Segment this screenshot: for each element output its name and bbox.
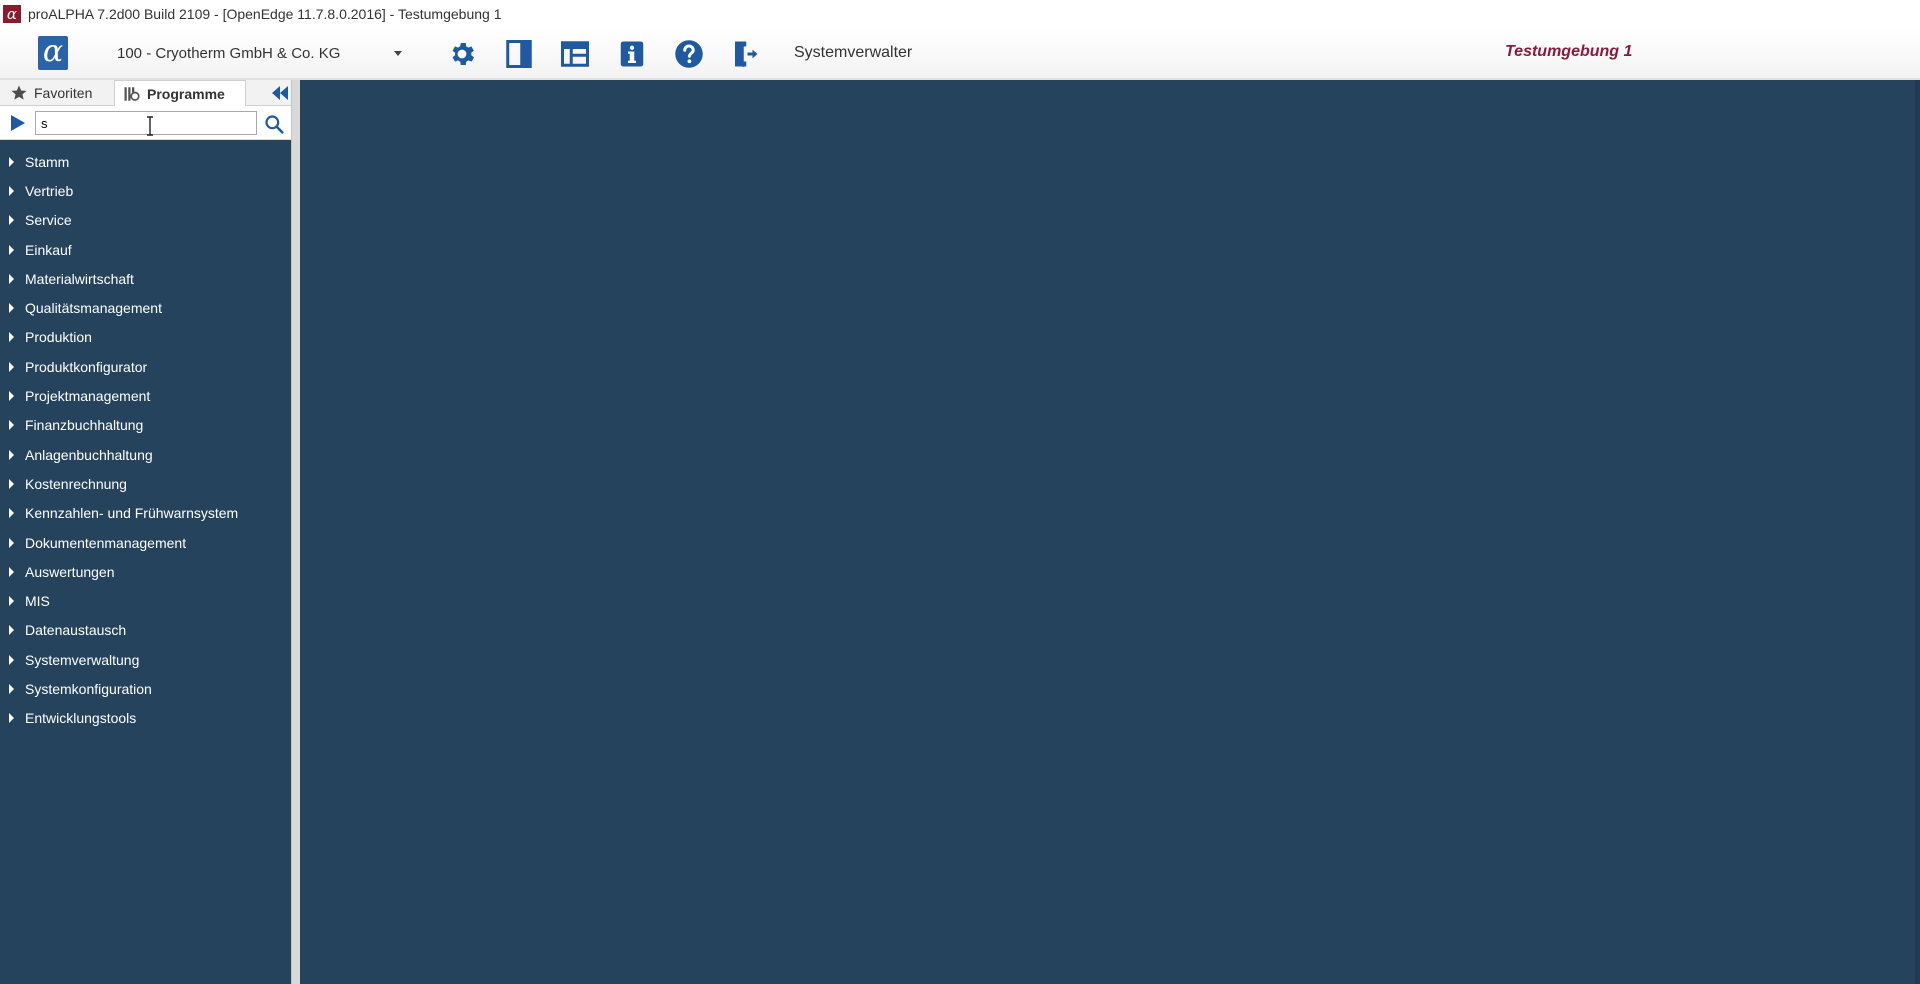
settings-button[interactable]	[444, 37, 480, 71]
main-toolbar: α 100 - Cryotherm GmbH & Co. KG Systemve…	[0, 28, 1920, 80]
star-icon	[10, 84, 28, 102]
current-user: Systemverwalter	[794, 44, 913, 61]
tree-item-service[interactable]: Service	[0, 206, 291, 235]
program-tree: Stamm Vertrieb Service Einkauf Materialw…	[0, 147, 291, 733]
tree-item-qualitaetsmanagement[interactable]: Qualitätsmanagement	[0, 293, 291, 322]
tree-item-projektmanagement[interactable]: Projektmanagement	[0, 381, 291, 410]
title-bar: α proALPHA 7.2d00 Build 2109 - [OpenEdge…	[0, 0, 1920, 28]
tree-item-auswertungen[interactable]: Auswertungen	[0, 557, 291, 586]
tab-favoriten-label: Favoriten	[34, 85, 93, 101]
tree-item-einkauf[interactable]: Einkauf	[0, 235, 291, 264]
company-select-value: 100 - Cryotherm GmbH & Co. KG	[117, 44, 341, 62]
tree-item-datenaustausch[interactable]: Datenaustausch	[0, 616, 291, 645]
help-button[interactable]	[671, 37, 707, 71]
tree-item-stamm[interactable]: Stamm	[0, 147, 291, 176]
logout-button[interactable]	[727, 37, 763, 71]
company-select[interactable]: 100 - Cryotherm GmbH & Co. KG	[110, 38, 408, 68]
layout-button[interactable]	[557, 37, 593, 71]
workspace-area	[300, 80, 1920, 984]
tree-item-systemverwaltung[interactable]: Systemverwaltung	[0, 645, 291, 674]
app-logo-icon: α	[3, 5, 21, 23]
environment-label: Testumgebung 1	[1505, 43, 1633, 60]
expand-arrow-icon[interactable]	[9, 625, 14, 636]
search-icon	[265, 115, 284, 134]
double-chevron-left-icon	[272, 86, 288, 100]
expand-arrow-icon[interactable]	[9, 391, 14, 402]
expand-arrow-icon[interactable]	[9, 156, 14, 167]
logout-icon	[735, 41, 758, 68]
expand-arrow-icon[interactable]	[9, 654, 14, 665]
tab-programme[interactable]: Programme	[114, 80, 246, 107]
panel-icon	[506, 40, 532, 68]
expand-arrow-icon[interactable]	[9, 215, 14, 226]
expand-arrow-icon[interactable]	[9, 332, 14, 343]
expand-arrow-icon[interactable]	[9, 361, 14, 372]
tree-item-systemkonfiguration[interactable]: Systemkonfiguration	[0, 674, 291, 703]
gear-icon	[452, 43, 474, 65]
info-icon	[620, 41, 644, 67]
programs-icon	[123, 85, 141, 103]
collapse-panel-button[interactable]	[270, 83, 290, 103]
expand-arrow-icon[interactable]	[9, 508, 14, 519]
program-search-input[interactable]	[35, 111, 257, 135]
expand-arrow-icon[interactable]	[9, 566, 14, 577]
expand-arrow-icon[interactable]	[9, 303, 14, 314]
tree-item-materialwirtschaft[interactable]: Materialwirtschaft	[0, 264, 291, 293]
panel-splitter[interactable]	[291, 80, 300, 984]
chevron-down-icon	[394, 50, 402, 56]
expand-arrow-icon[interactable]	[9, 596, 14, 607]
expand-arrow-icon[interactable]	[9, 683, 14, 694]
info-button[interactable]	[614, 37, 650, 71]
expand-arrow-icon[interactable]	[9, 244, 14, 255]
tree-item-mis[interactable]: MIS	[0, 586, 291, 615]
run-button[interactable]	[9, 114, 27, 132]
tree-item-produktkonfigurator[interactable]: Produktkonfigurator	[0, 352, 291, 381]
layout-icon	[561, 41, 589, 67]
tab-favoriten[interactable]: Favoriten	[6, 80, 110, 106]
expand-arrow-icon[interactable]	[9, 185, 14, 196]
expand-arrow-icon[interactable]	[9, 713, 14, 724]
tree-item-finanzbuchhaltung[interactable]: Finanzbuchhaltung	[0, 411, 291, 440]
window-title: proALPHA 7.2d00 Build 2109 - [OpenEdge 1…	[28, 6, 502, 22]
tree-item-kostenrechnung[interactable]: Kostenrechnung	[0, 469, 291, 498]
tree-item-kennzahlen[interactable]: Kennzahlen- und Frühwarnsystem	[0, 499, 291, 528]
tree-item-entwicklungstools[interactable]: Entwicklungstools	[0, 704, 291, 733]
expand-arrow-icon[interactable]	[9, 537, 14, 548]
play-icon	[11, 115, 25, 131]
search-button[interactable]	[263, 113, 285, 135]
expand-arrow-icon[interactable]	[9, 449, 14, 460]
tree-item-vertrieb[interactable]: Vertrieb	[0, 176, 291, 205]
expand-arrow-icon[interactable]	[9, 478, 14, 489]
help-icon	[675, 40, 703, 68]
workspace-edge	[1915, 80, 1920, 984]
tree-item-anlagenbuchhaltung[interactable]: Anlagenbuchhaltung	[0, 440, 291, 469]
panel-toggle-button[interactable]	[501, 37, 537, 71]
expand-arrow-icon[interactable]	[9, 273, 14, 284]
nav-tabs: Favoriten Programme	[0, 80, 291, 107]
navigation-panel: Favoriten Programme Stamm Vertrieb Servi…	[0, 80, 291, 984]
search-row	[0, 106, 291, 140]
expand-arrow-icon[interactable]	[9, 420, 14, 431]
tree-item-dokumentenmanagement[interactable]: Dokumentenmanagement	[0, 528, 291, 557]
proalpha-logo-icon[interactable]: α	[38, 36, 68, 70]
tab-programme-label: Programme	[147, 86, 225, 102]
tree-item-produktion[interactable]: Produktion	[0, 323, 291, 352]
